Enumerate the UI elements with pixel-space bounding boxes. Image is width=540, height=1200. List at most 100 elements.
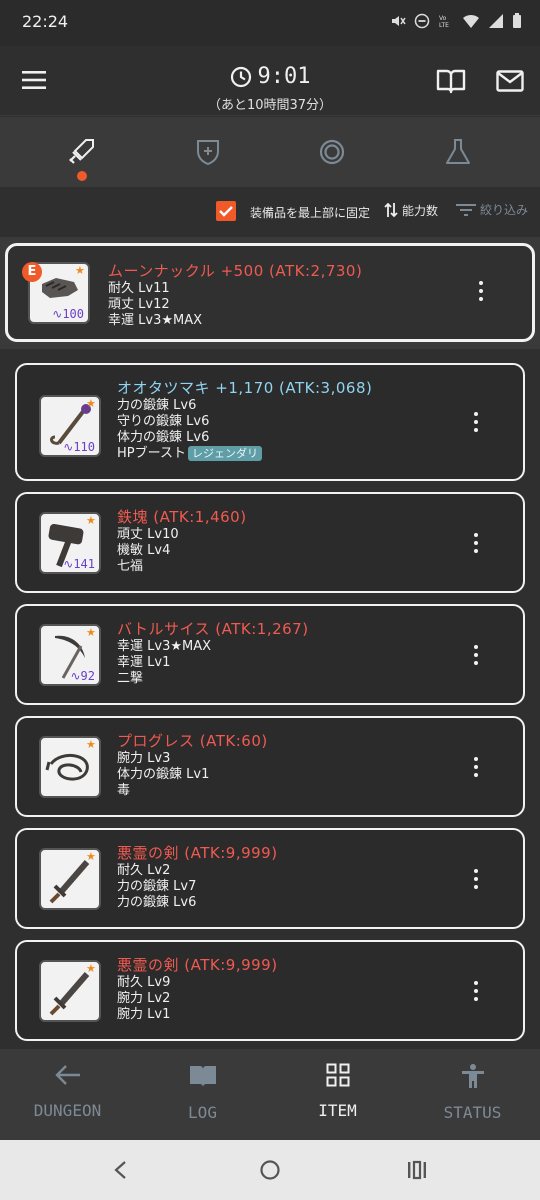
- item-thumbnail: ★: [39, 960, 101, 1022]
- item-name: 鉄塊 (ATK:1,460): [117, 508, 247, 526]
- status-time: 22:24: [22, 12, 69, 31]
- item-ability: 幸運 Lv3★MAX: [117, 639, 212, 654]
- nav-dungeon[interactable]: DUNGEON: [0, 1063, 135, 1120]
- mail-button[interactable]: [496, 70, 524, 96]
- item-info: ムーンナックル +500 (ATK:2,730) 耐久 Lv11 頑丈 Lv12…: [108, 260, 362, 329]
- item-card[interactable]: ★ 悪霊の剣 (ATK:9,999) 耐久 Lv2 力の鍛錬 Lv7 力の鍛錬 …: [15, 828, 525, 929]
- timer-value: 9:01: [257, 64, 311, 89]
- system-navigation-bar: [0, 1140, 540, 1200]
- item-ability: 体力の鍛錬 Lv6: [117, 430, 210, 445]
- recents-icon[interactable]: [406, 1160, 428, 1180]
- item-ability: 幸運 Lv3★MAX: [108, 313, 203, 328]
- tab-accessory[interactable]: [317, 137, 347, 167]
- weapon-icon: [69, 139, 94, 164]
- item-ability: HPブースト レジェンダリ: [117, 446, 372, 462]
- item-more-button[interactable]: [473, 644, 479, 667]
- item-info: プログレス (ATK:60) 腕力 Lv3 体力の鍛錬 Lv1 毒: [117, 730, 268, 799]
- item-card[interactable]: ★ ∿92 バトルサイス (ATK:1,267) 幸運 Lv3★MAX 幸運 L…: [15, 604, 525, 705]
- item-name: バトルサイス (ATK:1,267): [117, 620, 309, 638]
- item-ability: 腕力 Lv2: [117, 991, 171, 1006]
- item-more-button[interactable]: [473, 756, 479, 779]
- item-ability: 耐久 Lv9: [117, 975, 171, 990]
- nav-label: ITEM: [318, 1101, 357, 1120]
- back-icon[interactable]: [112, 1160, 128, 1180]
- signal-icon: [489, 14, 503, 28]
- favorite-star-icon: ★: [86, 850, 96, 863]
- wifi-icon: [463, 14, 479, 28]
- item-thumbnail: ★ ∿92: [39, 624, 101, 686]
- item-ability: 力の鍛錬 Lv7: [117, 879, 197, 894]
- sword-icon: [49, 972, 90, 1016]
- item-info: 悪霊の剣 (ATK:9,999) 耐久 Lv2 力の鍛錬 Lv7 力の鍛錬 Lv…: [117, 842, 278, 911]
- item-card[interactable]: ★ 悪霊の剣 (ATK:9,999) 耐久 Lv9 腕力 Lv2 腕力 Lv1: [15, 940, 525, 1041]
- item-card[interactable]: ★ ∿110 オオタツマキ +1,170 (ATK:3,068) 力の鍛錬 Lv…: [15, 363, 525, 481]
- legendary-tag: レジェンダリ: [187, 446, 262, 461]
- item-more-button[interactable]: [473, 980, 479, 1003]
- item-ability: 頑丈 Lv12: [108, 297, 170, 312]
- item-ability: 頑丈 Lv10: [117, 527, 179, 542]
- item-ability: 力の鍛錬 Lv6: [117, 398, 197, 413]
- sort-icon: [384, 202, 398, 218]
- app-bar: 9:01 （あと10時間37分）: [0, 46, 540, 116]
- favorite-star-icon: ★: [86, 738, 96, 751]
- sword-icon: [49, 860, 90, 904]
- status-bar: 22:24 Vo LTE: [0, 0, 540, 46]
- item-name: 悪霊の剣 (ATK:9,999): [117, 844, 278, 862]
- person-icon: [461, 1064, 484, 1088]
- item-ability: 守りの鍛錬 Lv6: [117, 414, 210, 429]
- active-tab-indicator: [77, 171, 87, 181]
- item-more-button[interactable]: [473, 532, 479, 555]
- svg-text:Vo: Vo: [439, 15, 447, 22]
- item-level: ∿110: [63, 440, 95, 454]
- item-card[interactable]: ★ プログレス (ATK:60) 腕力 Lv3 体力の鍛錬 Lv1 毒: [15, 716, 525, 817]
- item-name: オオタツマキ +1,170 (ATK:3,068): [117, 379, 373, 397]
- whip-icon: [45, 754, 89, 781]
- item-info: バトルサイス (ATK:1,267) 幸運 Lv3★MAX 幸運 Lv1 二撃: [117, 618, 309, 687]
- dnd-icon: [414, 13, 430, 29]
- shield-icon: [197, 140, 219, 166]
- nav-log[interactable]: LOG: [135, 1063, 270, 1122]
- tab-armor[interactable]: [193, 137, 223, 167]
- item-more-button[interactable]: [473, 868, 479, 891]
- favorite-star-icon: ★: [75, 264, 85, 277]
- item-level: ∿92: [70, 669, 95, 683]
- item-level: ∿100: [52, 307, 84, 321]
- item-ability: 七福: [117, 559, 144, 574]
- item-ability: 腕力 Lv3: [117, 751, 171, 766]
- item-thumbnail: ★: [39, 848, 101, 910]
- item-card[interactable]: ★ ∿141 鉄塊 (ATK:1,460) 頑丈 Lv10 機敏 Lv4 七福: [15, 492, 525, 593]
- sort-button[interactable]: 能力数: [384, 201, 438, 219]
- tab-weapon[interactable]: [66, 137, 96, 167]
- nav-item[interactable]: ITEM: [270, 1063, 405, 1120]
- item-name: ムーンナックル +500 (ATK:2,730): [108, 262, 363, 280]
- item-ability: 体力の鍛錬 Lv1: [117, 767, 210, 782]
- flask-icon: [446, 139, 470, 164]
- filter-icon: [456, 203, 476, 216]
- open-book-icon: [436, 69, 466, 94]
- item-ability: 毒: [117, 783, 131, 798]
- item-thumbnail: ★: [39, 736, 101, 798]
- item-ability: 耐久 Lv2: [117, 863, 171, 878]
- home-icon[interactable]: [259, 1159, 281, 1181]
- favorite-star-icon: ★: [86, 397, 96, 410]
- pin-equipped-checkbox[interactable]: [216, 201, 236, 221]
- item-ability: 力の鍛錬 Lv6: [117, 895, 197, 910]
- item-thumbnail: ★ ∿110: [39, 395, 101, 457]
- equipped-item-card[interactable]: ★ ∿100 E ムーンナックル +500 (ATK:2,730) 耐久 Lv1…: [5, 243, 535, 342]
- guide-button[interactable]: [436, 68, 466, 98]
- item-info: 悪霊の剣 (ATK:9,999) 耐久 Lv9 腕力 Lv2 腕力 Lv1: [117, 954, 278, 1023]
- item-name: プログレス (ATK:60): [117, 732, 268, 750]
- item-ability: 耐久 Lv11: [108, 281, 170, 296]
- pin-equipped-label: 装備品を最上部に固定: [250, 206, 371, 220]
- volte-icon: VoLTE: [439, 15, 449, 29]
- battery-icon: [513, 13, 521, 28]
- nav-label: LOG: [188, 1103, 217, 1122]
- clock-icon: [230, 66, 251, 87]
- item-more-button[interactable]: [478, 280, 484, 303]
- nav-status[interactable]: STATUS: [405, 1063, 540, 1122]
- tab-item[interactable]: [443, 137, 473, 167]
- filter-button[interactable]: 絞り込み: [456, 201, 528, 218]
- list-toolbar: 装備品を最上部に固定 能力数 絞り込み: [0, 187, 540, 237]
- mail-icon: [496, 70, 524, 92]
- item-more-button[interactable]: [473, 412, 479, 434]
